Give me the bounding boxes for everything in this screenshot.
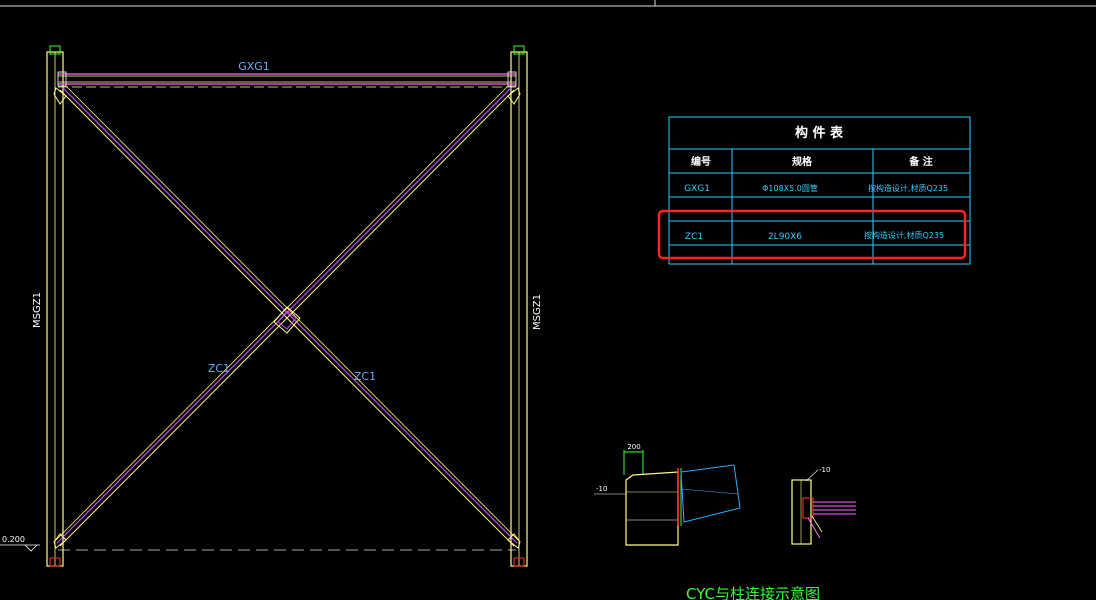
elevation-mark: 0.200 — [0, 535, 40, 552]
right-column[interactable] — [510, 45, 528, 567]
brace-right-label: ZC1 — [354, 370, 376, 383]
table-header-spec: 规格 — [792, 155, 813, 168]
table-row-2-spec: 2L90X6 — [768, 232, 802, 242]
table-title: 构 件 表 — [795, 125, 844, 141]
table-header-id: 编号 — [691, 155, 711, 168]
top-beam-label: GXG1 — [238, 60, 270, 73]
table-header-note: 备 注 — [908, 155, 932, 168]
component-table: 构 件 表 编号 规格 备 注 GXG1 Φ108X5.0圆管 按构造设计,材质… — [668, 116, 971, 265]
left-column-label: MSGZ1 — [32, 292, 43, 328]
brace-left-label: ZC1 — [208, 362, 230, 375]
table-row-2-id: ZC1 — [685, 232, 703, 242]
top-border — [0, 0, 1096, 7]
table-row-1-note: 按构造设计,材质Q235 — [868, 183, 948, 193]
detail-top-dim: 200 — [627, 443, 640, 451]
connection-detail-b: -10 — [791, 466, 856, 545]
table-row-1-id: GXG1 — [684, 184, 710, 194]
table-row-2-note: 按构造设计,材质Q235 — [864, 230, 944, 240]
connection-detail-a: 200 -10 — [594, 443, 741, 546]
elevation-label: 0.200 — [2, 535, 25, 544]
cad-drawing-canvas[interactable]: GXG1 MSGZ1 MSGZ1 ZC1 ZC1 0.200 构 件 表 编号 … — [0, 0, 1096, 600]
right-column-label: MSGZ1 — [532, 294, 543, 330]
detail-right-tag: -10 — [819, 466, 830, 474]
left-column[interactable] — [46, 45, 64, 567]
table-row-1-spec: Φ108X5.0圆管 — [762, 183, 818, 193]
detail-left-tag: -10 — [596, 485, 607, 493]
top-beam-gxg1[interactable] — [57, 71, 517, 88]
detail-caption: CYC与柱连接示意图 — [686, 585, 820, 600]
